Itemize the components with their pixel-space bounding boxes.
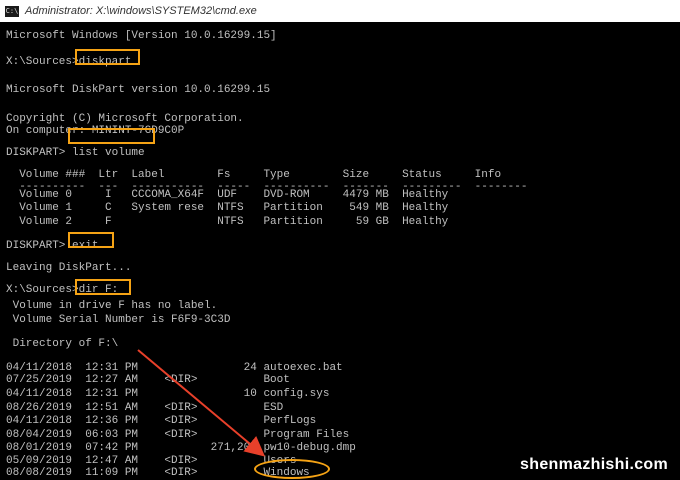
console-output[interactable]: Microsoft Windows [Version 10.0.16299.15… <box>0 22 680 480</box>
arrow-annotation <box>137 349 266 457</box>
window-titlebar[interactable]: C:\ Administrator: X:\windows\SYSTEM32\c… <box>0 0 680 23</box>
window-title: Administrator: X:\windows\SYSTEM32\cmd.e… <box>25 5 257 17</box>
watermark: shenmazhishi.com <box>520 456 668 473</box>
cmd-icon: C:\ <box>5 5 19 17</box>
